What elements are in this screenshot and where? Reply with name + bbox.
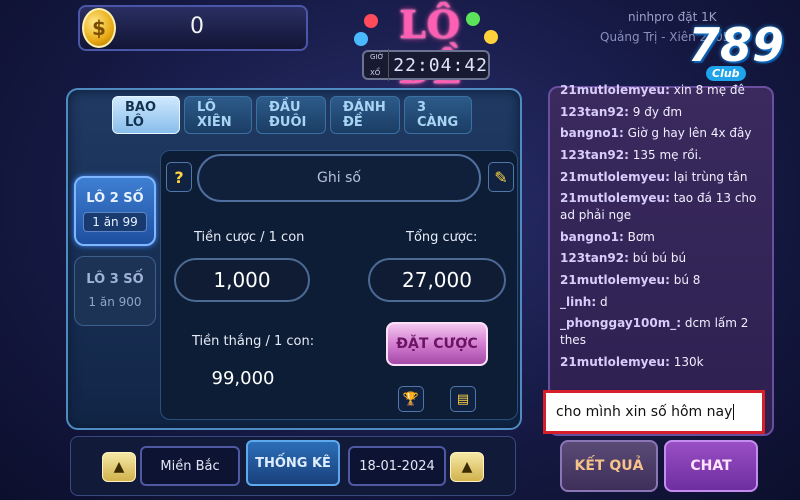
chat-input[interactable]: cho mình xin số hôm nay — [543, 390, 765, 434]
chat-message: 21mutlolemyeu: bú 8 — [560, 273, 701, 287]
draw-timer: GIỜ XỔ 22:04:42 — [362, 49, 490, 81]
results-button[interactable]: KẾT QUẢ — [560, 440, 658, 492]
document-icon: ▤ — [456, 391, 470, 407]
brand-club: Club — [706, 66, 746, 81]
chat-message: 21mutlolemyeu: tao đá 13 cho ad phải nge — [560, 191, 757, 222]
option-title: LÔ 3 SỐ — [86, 271, 144, 287]
tab-3-cang[interactable]: 3 CÀNG — [404, 96, 472, 134]
pencil-icon: ✎ — [494, 167, 508, 187]
date-next-button[interactable]: ▲ — [450, 452, 484, 482]
question-icon: ? — [174, 167, 184, 187]
chat-message: bangno1: Giờ g hay lên 4x đây — [560, 126, 752, 141]
place-bet-button[interactable]: ĐẶT CƯỢC — [386, 322, 488, 366]
text-caret — [733, 404, 735, 420]
option-rate: 1 ăn 99 — [83, 211, 147, 232]
chevron-up-icon: ▲ — [461, 459, 473, 475]
help-button[interactable]: ? — [166, 162, 192, 192]
option-title: LÔ 2 SỐ — [86, 190, 144, 206]
bet-amount-field[interactable]: 1,000 — [174, 258, 310, 302]
win-amount-value: 99,000 — [211, 367, 275, 389]
chat-message: bangno1: Bơm — [560, 229, 655, 244]
timer-label: GIỜ XỔ — [364, 49, 390, 81]
bet-type-tabs: BAO LÔ LÔ XIÊN ĐẦU ĐUÔI ĐÁNH ĐỀ 3 CÀNG — [112, 96, 472, 134]
total-bet-label: Tổng cược: — [406, 230, 478, 245]
lottery-ball-icon — [364, 14, 378, 28]
chat-message: 21mutlolemyeu: xin 8 mẹ đê — [560, 83, 745, 97]
chat-message: 21mutlolemyeu: lại trùng tân — [560, 169, 748, 184]
chat-message: _phonggay100m_: dcm lấm 2 thes — [560, 316, 749, 347]
option-lo-3-so[interactable]: LÔ 3 SỐ 1 ăn 900 — [74, 256, 156, 326]
trophy-icon: 🏆 — [402, 391, 420, 407]
coin-balance: 0 — [190, 14, 204, 39]
total-bet-field: 27,000 — [368, 258, 506, 302]
chat-message: 123tan92: 9 đy đm — [560, 104, 683, 119]
region-select[interactable]: Miền Bắc — [140, 446, 240, 486]
game-logo: LÔ ĐỀ — [398, 2, 461, 92]
chat-message: 21mutlolemyeu: 130k — [560, 354, 704, 369]
coin-icon: $ — [82, 8, 116, 48]
lottery-ball-icon — [466, 12, 480, 26]
brand-number: 789 — [688, 18, 785, 72]
timer-value: 22:04:42 — [393, 54, 488, 76]
chat-message: 123tan92: bú bú bú — [560, 251, 687, 266]
option-rate: 1 ăn 900 — [88, 294, 142, 309]
chevron-up-icon: ▲ — [113, 459, 125, 475]
lottery-ball-icon — [354, 32, 368, 46]
number-input[interactable]: Ghi số — [197, 154, 481, 202]
tab-bao-lo[interactable]: BAO LÔ — [112, 96, 180, 134]
chat-message: _linh: d — [560, 294, 608, 309]
chat-messages: 21mutlolemyeu: xin 8 mẹ đê 123tan92: 9 đ… — [560, 82, 768, 375]
trophy-button[interactable]: 🏆 — [398, 386, 424, 412]
date-select[interactable]: 18-01-2024 — [348, 446, 446, 486]
edit-button[interactable]: ✎ — [488, 162, 514, 192]
lottery-ball-icon — [484, 30, 498, 44]
option-lo-2-so[interactable]: LÔ 2 SỐ 1 ăn 99 — [74, 176, 156, 246]
chat-button[interactable]: CHAT — [664, 440, 758, 492]
tab-dau-duoi[interactable]: ĐẦU ĐUÔI — [256, 96, 326, 134]
stats-button[interactable]: THỐNG KÊ — [246, 440, 340, 486]
chat-input-text: cho mình xin số hôm nay — [556, 404, 733, 420]
history-button[interactable]: ▤ — [450, 386, 476, 412]
chat-message: 123tan92: 135 mẹ rồi. — [560, 148, 702, 163]
tab-danh-de[interactable]: ĐÁNH ĐỀ — [330, 96, 400, 134]
tab-lo-xien[interactable]: LÔ XIÊN — [184, 96, 252, 134]
region-prev-button[interactable]: ▲ — [102, 452, 136, 482]
bet-amount-label: Tiền cược / 1 con — [194, 230, 305, 245]
win-amount-label: Tiền thắng / 1 con: — [192, 334, 315, 349]
